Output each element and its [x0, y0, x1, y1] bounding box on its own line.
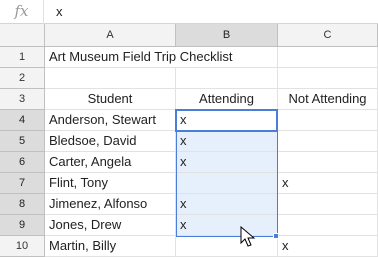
row-header[interactable]: 8	[0, 194, 45, 215]
cell-a8[interactable]: Jimenez, Alfonso	[45, 194, 176, 215]
row-header[interactable]: 4	[0, 110, 45, 131]
column-header-a[interactable]: A	[45, 24, 176, 47]
cell-b3[interactable]: Attending	[176, 89, 278, 110]
cell-b9[interactable]: x	[176, 215, 278, 236]
mouse-pointer-icon	[240, 226, 256, 247]
select-all-corner[interactable]	[0, 24, 45, 47]
fx-icon: fx	[0, 0, 44, 24]
cell-a5[interactable]: Bledsoe, David	[45, 131, 176, 152]
column-header-b[interactable]: B	[176, 24, 278, 47]
cell-b6[interactable]: x	[176, 152, 278, 173]
cell-c1[interactable]	[278, 47, 378, 68]
row-header[interactable]: 5	[0, 131, 45, 152]
cell-b7[interactable]	[176, 173, 278, 194]
formula-input[interactable]: x	[56, 0, 63, 24]
row-header[interactable]: 2	[0, 68, 45, 89]
row-header[interactable]: 1	[0, 47, 45, 68]
cell-a7[interactable]: Flint, Tony	[45, 173, 176, 194]
row-header[interactable]: 7	[0, 173, 45, 194]
row-header[interactable]: 6	[0, 152, 45, 173]
cell-c4[interactable]	[278, 110, 378, 131]
cell-b5[interactable]: x	[176, 131, 278, 152]
cell-b8[interactable]: x	[176, 194, 278, 215]
cell-c8[interactable]	[278, 194, 378, 215]
cell-a2[interactable]	[45, 68, 176, 89]
cell-c5[interactable]	[278, 131, 378, 152]
column-header-c[interactable]: C	[278, 24, 378, 47]
cell-b2[interactable]	[176, 68, 278, 89]
cell-a3[interactable]: Student	[45, 89, 176, 110]
cell-a10[interactable]: Martin, Billy	[45, 236, 176, 257]
cell-b10[interactable]	[176, 236, 278, 257]
cell-c7[interactable]: x	[278, 173, 378, 194]
cell-b4[interactable]: x	[176, 110, 278, 131]
cell-c2[interactable]	[278, 68, 378, 89]
cell-a9[interactable]: Jones, Drew	[45, 215, 176, 236]
fill-handle[interactable]	[273, 233, 279, 239]
row-header[interactable]: 3	[0, 89, 45, 110]
cell-c3[interactable]: Not Attending	[278, 89, 378, 110]
row-header[interactable]: 10	[0, 236, 45, 257]
formula-bar: fx x	[0, 0, 378, 24]
cell-a4[interactable]: Anderson, Stewart	[45, 110, 176, 131]
cell-c6[interactable]	[278, 152, 378, 173]
cell-c10[interactable]: x	[278, 236, 378, 257]
cell-b1[interactable]	[176, 47, 278, 68]
row-header[interactable]: 9	[0, 215, 45, 236]
cell-c9[interactable]	[278, 215, 378, 236]
cell-a6[interactable]: Carter, Angela	[45, 152, 176, 173]
